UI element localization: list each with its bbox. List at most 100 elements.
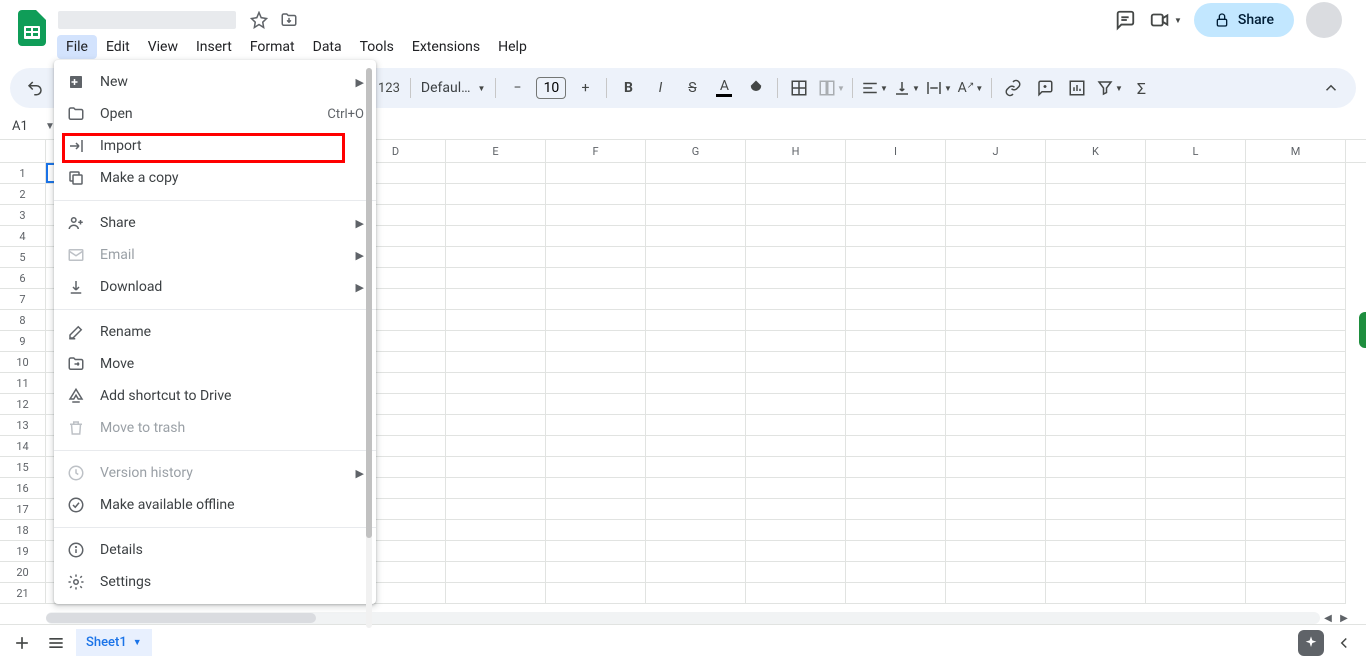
cell[interactable] — [946, 562, 1046, 583]
cell[interactable] — [946, 247, 1046, 268]
cell[interactable] — [846, 373, 946, 394]
menu-extensions[interactable]: Extensions — [403, 35, 489, 59]
cell[interactable] — [1246, 436, 1346, 457]
cell[interactable] — [1146, 352, 1246, 373]
cell[interactable] — [1146, 310, 1246, 331]
row-header[interactable]: 15 — [0, 457, 46, 478]
column-header[interactable]: M — [1246, 140, 1346, 162]
cell[interactable] — [1146, 226, 1246, 247]
cell[interactable] — [946, 457, 1046, 478]
insert-chart-button[interactable] — [1062, 73, 1092, 103]
strikethrough-button[interactable]: S — [677, 73, 707, 103]
row-header[interactable]: 2 — [0, 184, 46, 205]
cell[interactable] — [446, 331, 546, 352]
cell[interactable] — [1146, 184, 1246, 205]
cell[interactable] — [646, 163, 746, 184]
cell[interactable] — [1246, 457, 1346, 478]
cell[interactable] — [646, 205, 746, 226]
cell[interactable] — [1146, 331, 1246, 352]
cell[interactable] — [1146, 205, 1246, 226]
cell[interactable] — [746, 268, 846, 289]
file-menu-move[interactable]: Move — [54, 348, 376, 380]
cell[interactable] — [746, 352, 846, 373]
cell[interactable] — [1146, 478, 1246, 499]
cell[interactable] — [1246, 352, 1346, 373]
cell[interactable] — [1246, 310, 1346, 331]
bold-button[interactable]: B — [613, 73, 643, 103]
cell[interactable] — [746, 331, 846, 352]
cell[interactable] — [646, 541, 746, 562]
column-header[interactable]: H — [746, 140, 846, 162]
cell[interactable] — [1246, 394, 1346, 415]
cell[interactable] — [646, 394, 746, 415]
cell[interactable] — [946, 478, 1046, 499]
cell[interactable] — [746, 247, 846, 268]
row-header[interactable]: 5 — [0, 247, 46, 268]
cell[interactable] — [846, 226, 946, 247]
row-header[interactable]: 9 — [0, 331, 46, 352]
menu-insert[interactable]: Insert — [187, 35, 241, 59]
cell[interactable] — [446, 205, 546, 226]
column-header[interactable]: G — [646, 140, 746, 162]
cell[interactable] — [846, 289, 946, 310]
text-rotation-button[interactable]: A↗▼ — [955, 73, 985, 103]
cell[interactable] — [1046, 541, 1146, 562]
cell[interactable] — [1046, 562, 1146, 583]
row-header[interactable]: 12 — [0, 394, 46, 415]
cell[interactable] — [446, 415, 546, 436]
cell[interactable] — [546, 457, 646, 478]
cell[interactable] — [1246, 226, 1346, 247]
row-header[interactable]: 21 — [0, 583, 46, 604]
cell[interactable] — [746, 289, 846, 310]
cell[interactable] — [746, 478, 846, 499]
add-sheet-button[interactable] — [8, 629, 36, 657]
decrease-font-size-button[interactable]: − — [502, 73, 532, 103]
file-menu-share[interactable]: Share ▶ — [54, 207, 376, 239]
cell[interactable] — [646, 268, 746, 289]
row-header[interactable]: 19 — [0, 541, 46, 562]
cell[interactable] — [546, 205, 646, 226]
cell[interactable] — [646, 562, 746, 583]
cell[interactable] — [946, 184, 1046, 205]
cell[interactable] — [646, 331, 746, 352]
cell[interactable] — [646, 457, 746, 478]
cell[interactable] — [1046, 352, 1146, 373]
cell[interactable] — [546, 268, 646, 289]
cell[interactable] — [1046, 184, 1146, 205]
cell[interactable] — [1146, 394, 1246, 415]
cell[interactable] — [746, 163, 846, 184]
cell[interactable] — [446, 352, 546, 373]
cell[interactable] — [546, 247, 646, 268]
cell[interactable] — [646, 415, 746, 436]
cell[interactable] — [846, 394, 946, 415]
cell[interactable] — [546, 331, 646, 352]
cell[interactable] — [846, 184, 946, 205]
column-header[interactable]: K — [1046, 140, 1146, 162]
cell[interactable] — [646, 247, 746, 268]
row-header[interactable]: 7 — [0, 289, 46, 310]
cell[interactable] — [1246, 415, 1346, 436]
cell[interactable] — [1246, 562, 1346, 583]
collapse-toolbar-button[interactable] — [1316, 73, 1346, 103]
cell[interactable] — [846, 205, 946, 226]
cell[interactable] — [1246, 583, 1346, 604]
number-format-button[interactable]: 123 — [374, 81, 404, 96]
row-header[interactable]: 16 — [0, 478, 46, 499]
cell[interactable] — [546, 310, 646, 331]
cell[interactable] — [446, 583, 546, 604]
explore-button[interactable] — [1298, 630, 1324, 656]
cell[interactable] — [446, 184, 546, 205]
cell[interactable] — [746, 562, 846, 583]
row-header[interactable]: 20 — [0, 562, 46, 583]
cell[interactable] — [1146, 289, 1246, 310]
cell[interactable] — [446, 478, 546, 499]
row-header[interactable]: 1 — [0, 163, 46, 184]
increase-font-size-button[interactable]: + — [570, 73, 600, 103]
menu-view[interactable]: View — [139, 35, 187, 59]
file-menu-download[interactable]: Download ▶ — [54, 271, 376, 303]
cell[interactable] — [1046, 331, 1146, 352]
cell[interactable] — [946, 373, 1046, 394]
cell[interactable] — [1046, 310, 1146, 331]
cell[interactable] — [646, 310, 746, 331]
cell[interactable] — [646, 478, 746, 499]
